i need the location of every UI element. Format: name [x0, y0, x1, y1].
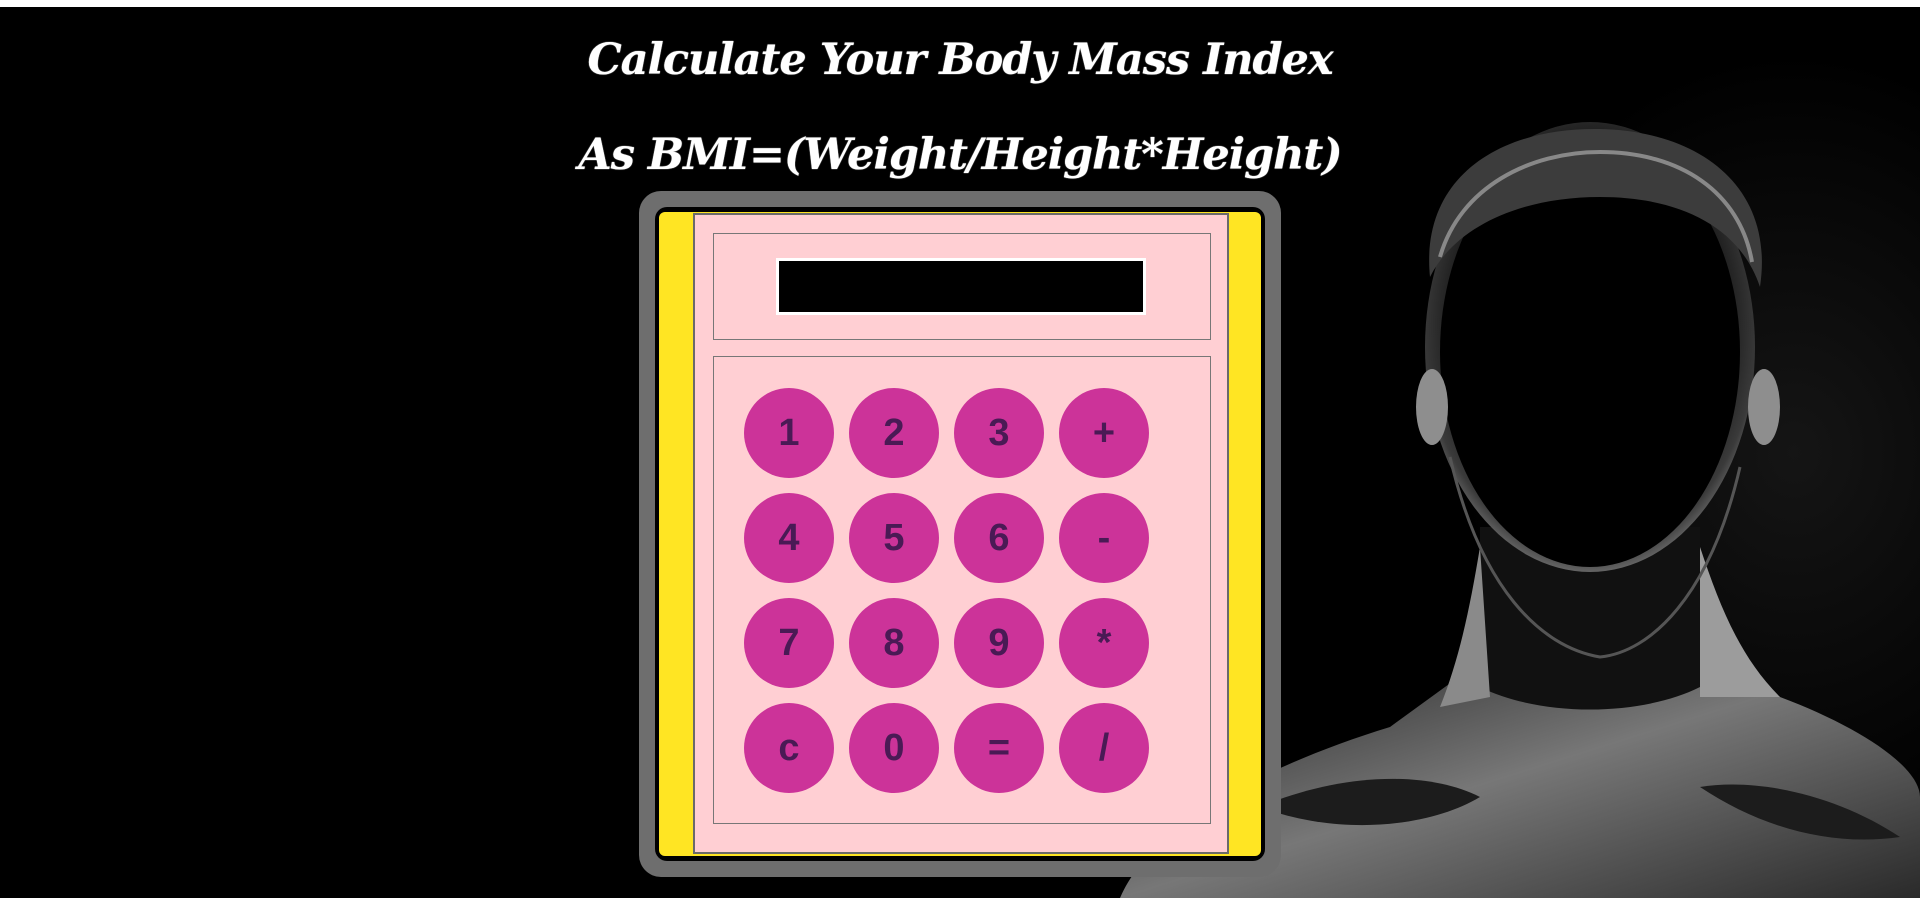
key-digit-7-button[interactable]: 7 [744, 598, 834, 688]
top-strip [0, 0, 1920, 7]
key-digit-6-button[interactable]: 6 [954, 493, 1044, 583]
keypad-section: 1 2 3 +4 5 6- 7 8 9 * c 0 = / [713, 356, 1211, 824]
display-section [713, 233, 1211, 340]
bmi-formula-subtitle: As BMI=(Weight/Height*Height) [578, 130, 1342, 180]
key-digit-3-button[interactable]: 3 [954, 388, 1044, 478]
calculator-display-input[interactable] [776, 258, 1146, 315]
key-minus-button[interactable]: - [1059, 493, 1149, 583]
key-digit-0-button[interactable]: 0 [849, 703, 939, 793]
page-title: Calculate Your Body Mass Index [587, 35, 1333, 85]
key-digit-8-button[interactable]: 8 [849, 598, 939, 688]
key-digit-5-button[interactable]: 5 [849, 493, 939, 583]
key-digit-4-button[interactable]: 4 [744, 493, 834, 583]
key-divide-button[interactable]: / [1059, 703, 1149, 793]
keypad: 1 2 3 +4 5 6- 7 8 9 * c 0 = / [744, 388, 1149, 794]
key-clear-button[interactable]: c [744, 703, 834, 793]
key-digit-1-button[interactable]: 1 [744, 388, 834, 478]
key-digit-9-button[interactable]: 9 [954, 598, 1044, 688]
key-plus-button[interactable]: + [1059, 388, 1149, 478]
calculator-body: 1 2 3 +4 5 6- 7 8 9 * c 0 = / [693, 213, 1229, 854]
key-multiply-button[interactable]: * [1059, 598, 1149, 688]
key-equals-button[interactable]: = [954, 703, 1044, 793]
key-digit-2-button[interactable]: 2 [849, 388, 939, 478]
